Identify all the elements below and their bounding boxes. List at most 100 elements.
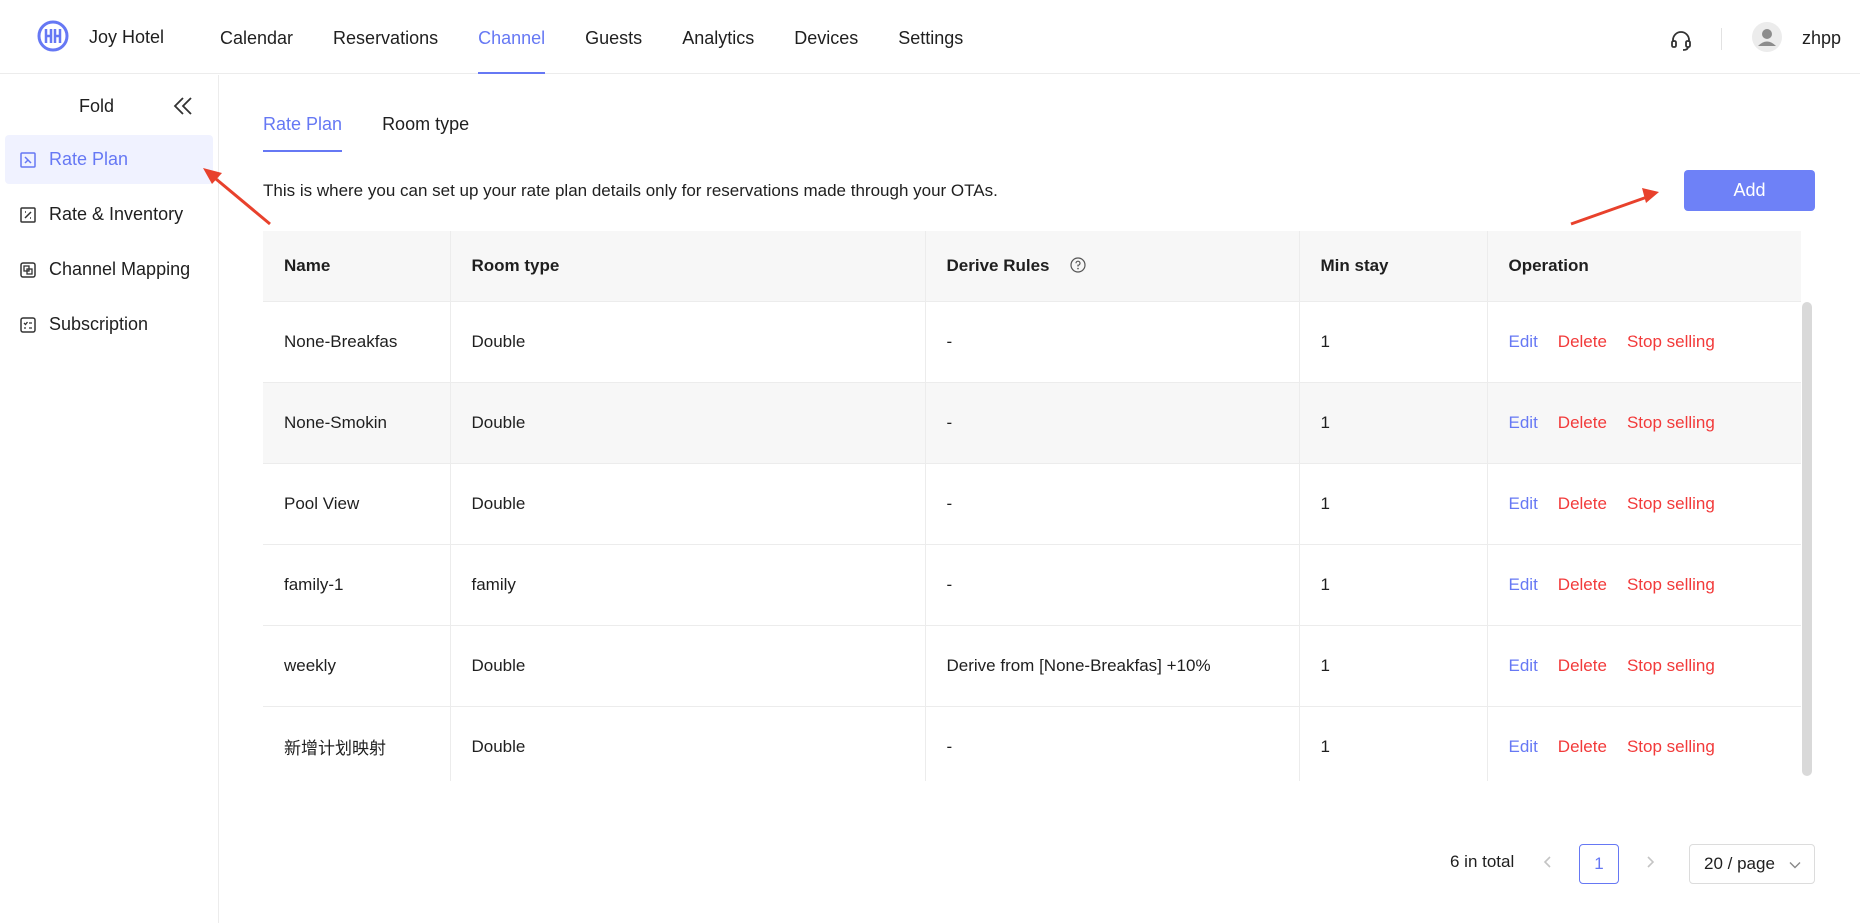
cell-room-type: Double — [450, 301, 926, 383]
cell-derive-rules: Derive from [None-Breakfas] +10% — [925, 625, 1300, 707]
table-row: weekly Double Derive from [None-Breakfas… — [263, 625, 1801, 707]
col-header-derive-rules: Derive Rules — [925, 231, 1300, 302]
sidebar: Fold Rate Plan Rate & Inventory Channel … — [0, 75, 219, 923]
chevron-left-icon[interactable] — [1538, 852, 1558, 872]
page-description: This is where you can set up your rate p… — [263, 181, 998, 200]
col-header-operation: Operation — [1487, 231, 1801, 302]
cell-room-type: Double — [450, 625, 926, 707]
table-header-row: Name Room type Derive Rules Min stay Ope… — [263, 231, 1801, 302]
cell-name: None-Breakfas — [263, 301, 451, 383]
cell-name: weekly — [263, 625, 451, 707]
nav-channel[interactable]: Channel — [458, 0, 565, 74]
delete-link[interactable]: Delete — [1558, 575, 1607, 594]
table-scrollbar[interactable] — [1802, 302, 1812, 776]
tab-rate-plan[interactable]: Rate Plan — [263, 100, 343, 152]
rate-plan-table: Name Room type Derive Rules Min stay Ope… — [263, 231, 1815, 781]
delete-link[interactable]: Delete — [1558, 332, 1607, 351]
rate-plan-icon — [20, 151, 36, 168]
cell-operation: Edit Delete Stop selling — [1487, 382, 1801, 464]
edit-link[interactable]: Edit — [1509, 413, 1538, 432]
table-row: None-Breakfas Double - 1 Edit Delete Stop … — [263, 301, 1801, 383]
sidebar-item-channel-mapping[interactable]: Channel Mapping — [5, 245, 213, 294]
cell-operation: Edit Delete Stop selling — [1487, 625, 1801, 707]
nav-analytics[interactable]: Analytics — [662, 0, 774, 74]
user-icon — [1758, 29, 1776, 46]
stop-selling-link[interactable]: Stop selling — [1627, 494, 1715, 513]
edit-link[interactable]: Edit — [1509, 575, 1538, 594]
page-size-value: 20 / page — [1704, 854, 1775, 873]
hotel-logo — [37, 20, 69, 52]
col-header-room-type: Room type — [450, 231, 926, 302]
cell-min-stay: 1 — [1299, 301, 1488, 383]
cell-derive-rules: - — [925, 544, 1300, 626]
fold-label[interactable]: Fold — [79, 96, 114, 117]
subscription-icon — [20, 316, 36, 333]
edit-link[interactable]: Edit — [1509, 494, 1538, 513]
cell-operation: Edit Delete Stop selling — [1487, 544, 1801, 626]
edit-link[interactable]: Edit — [1509, 737, 1538, 756]
delete-link[interactable]: Delete — [1558, 656, 1607, 675]
stop-selling-link[interactable]: Stop selling — [1627, 332, 1715, 351]
add-button[interactable]: Add — [1684, 170, 1815, 211]
double-chevron-left-icon[interactable] — [171, 94, 195, 118]
question-circle-icon[interactable] — [1069, 257, 1086, 273]
sidebar-item-rate-plan[interactable]: Rate Plan — [5, 135, 213, 184]
sidebar-item-label: Rate Plan — [49, 149, 129, 169]
stop-selling-link[interactable]: Stop selling — [1627, 575, 1715, 594]
hotel-name[interactable]: Joy Hotel — [89, 27, 164, 48]
main-nav: Calendar Reservations Channel Guests Ana… — [200, 0, 983, 74]
pagination-total: 6 in total — [1450, 852, 1515, 871]
table-row: 新增计划映射 Double - 1 Edit Delete Stop selling — [263, 706, 1801, 781]
edit-link[interactable]: Edit — [1509, 656, 1538, 675]
stop-selling-link[interactable]: Stop selling — [1627, 413, 1715, 432]
table-row: Pool View Double - 1 Edit Delete Stop sell… — [263, 463, 1801, 545]
chevron-down-icon — [1789, 862, 1801, 869]
sidebar-item-rate-inventory[interactable]: Rate & Inventory — [5, 190, 213, 239]
nav-devices[interactable]: Devices — [774, 0, 878, 74]
cell-name: Pool View — [263, 463, 451, 545]
headset-icon[interactable] — [1669, 28, 1693, 52]
sidebar-item-label: Subscription — [49, 314, 149, 334]
nav-reservations[interactable]: Reservations — [313, 0, 458, 74]
rate-inventory-icon — [20, 206, 36, 223]
cell-derive-rules: - — [925, 382, 1300, 464]
cell-room-type: Double — [450, 463, 926, 545]
cell-min-stay: 1 — [1299, 625, 1488, 707]
cell-name: 新增计划映射 — [263, 706, 451, 781]
cell-operation: Edit Delete Stop selling — [1487, 463, 1801, 545]
edit-link[interactable]: Edit — [1509, 332, 1538, 351]
nav-settings[interactable]: Settings — [878, 0, 983, 74]
delete-link[interactable]: Delete — [1558, 413, 1607, 432]
cell-min-stay: 1 — [1299, 382, 1488, 464]
delete-link[interactable]: Delete — [1558, 494, 1607, 513]
header-divider — [1721, 28, 1722, 50]
avatar[interactable] — [1752, 22, 1782, 52]
cell-room-type: Double — [450, 706, 926, 781]
subtabs: Rate Plan Room type — [263, 100, 509, 152]
col-header-name: Name — [263, 231, 451, 302]
cell-room-type: family — [450, 544, 926, 626]
cell-room-type: Double — [450, 382, 926, 464]
cell-name: None-Smokin — [263, 382, 451, 464]
nav-calendar[interactable]: Calendar — [200, 0, 313, 74]
cell-min-stay: 1 — [1299, 463, 1488, 545]
cell-derive-rules: - — [925, 706, 1300, 781]
chevron-right-icon[interactable] — [1640, 852, 1660, 872]
tab-room-type[interactable]: Room type — [382, 100, 469, 152]
username[interactable]: zhpp — [1802, 28, 1841, 49]
cell-derive-rules: - — [925, 463, 1300, 545]
stop-selling-link[interactable]: Stop selling — [1627, 737, 1715, 756]
sidebar-item-label: Channel Mapping — [49, 259, 191, 279]
stop-selling-link[interactable]: Stop selling — [1627, 656, 1715, 675]
delete-link[interactable]: Delete — [1558, 737, 1607, 756]
derive-rules-label: Derive Rules — [946, 255, 1050, 275]
cell-operation: Edit Delete Stop selling — [1487, 301, 1801, 383]
sidebar-item-subscription[interactable]: Subscription — [5, 300, 213, 349]
page-size-select[interactable]: 20 / page — [1689, 844, 1815, 884]
cell-name: family-1 — [263, 544, 451, 626]
top-nav-bar: Joy Hotel Calendar Reservations Channel … — [0, 0, 1860, 74]
page-number-current[interactable]: 1 — [1579, 844, 1619, 884]
channel-mapping-icon — [20, 261, 36, 278]
nav-guests[interactable]: Guests — [565, 0, 662, 74]
table-row: None-Smokin Double - 1 Edit Delete Stop se… — [263, 382, 1801, 464]
